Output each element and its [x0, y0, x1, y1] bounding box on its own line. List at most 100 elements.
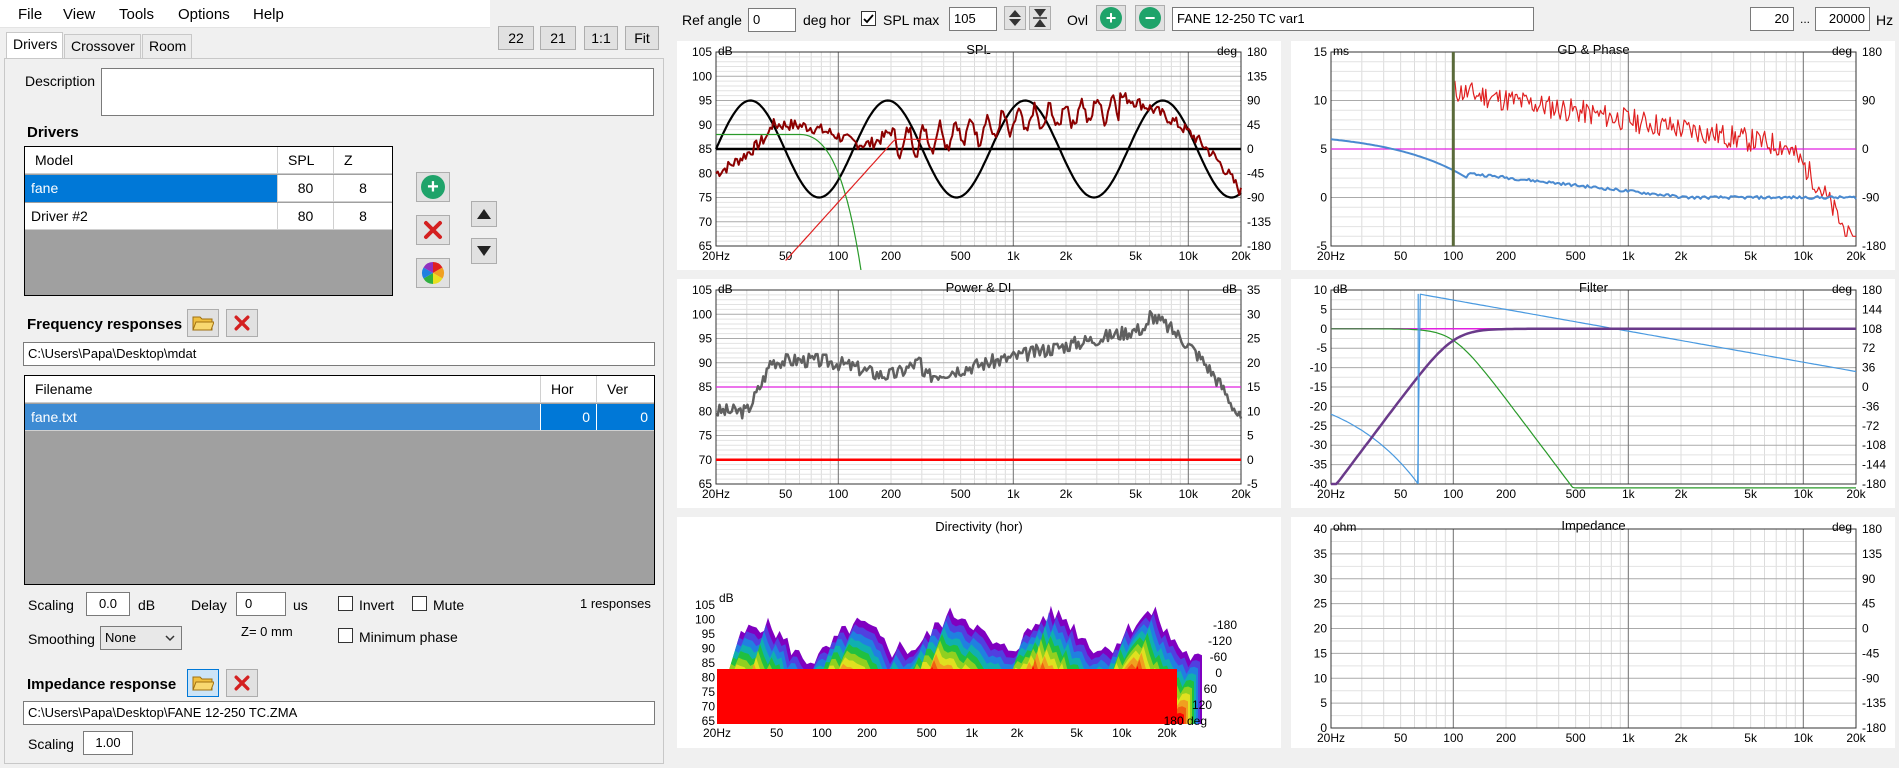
- spl-graph[interactable]: SPL 105 100 95 90 85 80 75 70 65 180 135 90 45 0 -45 -90…: [677, 41, 1281, 270]
- add-overlay-button[interactable]: +: [1096, 5, 1126, 31]
- move-down-button[interactable]: [471, 238, 497, 264]
- x-tick-label: 5k: [1129, 487, 1143, 501]
- table-row[interactable]: fane.txt 0 0: [25, 404, 654, 431]
- y-tick-label: 100: [692, 307, 712, 321]
- response-file-cell[interactable]: fane.txt: [25, 404, 541, 430]
- lowpass-filter-curve: [1331, 328, 1856, 489]
- open-impedance-button[interactable]: [187, 669, 219, 697]
- remove-driver-button[interactable]: [416, 215, 450, 245]
- y-tick-label: 70: [699, 453, 713, 467]
- column-filename[interactable]: Filename: [25, 376, 541, 402]
- remove-overlay-button[interactable]: −: [1135, 5, 1165, 31]
- move-up-button[interactable]: [471, 201, 497, 227]
- response-hor-cell[interactable]: 0: [541, 404, 597, 430]
- project-name-input[interactable]: FANE 12-250 TC var1: [1172, 7, 1534, 31]
- menu-options[interactable]: Options: [178, 6, 230, 23]
- column-hor[interactable]: Hor: [541, 376, 597, 402]
- y-tick-label: 40: [1314, 522, 1328, 536]
- x-tick-label: 10k: [1179, 487, 1199, 501]
- description-input[interactable]: [101, 68, 654, 116]
- menu-tools[interactable]: Tools: [119, 6, 154, 23]
- menu-file[interactable]: File: [18, 6, 42, 23]
- x-tick-label: 1k: [1622, 249, 1636, 263]
- driver-model-cell[interactable]: Driver #2: [25, 203, 278, 229]
- spl-max-input[interactable]: 105: [949, 7, 997, 31]
- y-tick-label: 95: [699, 94, 713, 108]
- x-tick-label: 1k: [966, 726, 980, 740]
- filter-graph[interactable]: Filter 10 5 0 -5 -10 -15 -20 -25 -30 -35 -40 180 144 1…: [1291, 279, 1895, 508]
- impedance-response-title: Impedance response: [27, 676, 177, 693]
- x-tick-label: 100: [1443, 731, 1463, 745]
- table-row[interactable]: fane 80 8: [25, 175, 392, 202]
- fit-button[interactable]: Fit: [625, 26, 659, 50]
- menu-view[interactable]: View: [63, 6, 95, 23]
- x-tick-label: 50: [779, 487, 793, 501]
- fmax-input[interactable]: 20000: [1815, 7, 1870, 31]
- impedance-graph[interactable]: Impedance 40 35 30 25 20 15 10 5 0 180 135 90 45 0 -45 -…: [1291, 517, 1895, 748]
- layout-22-button[interactable]: 22: [498, 26, 534, 50]
- angle-label: -60: [1210, 650, 1228, 664]
- drivers-table: Model SPL Z fane 80 8 Driver #2 80 8: [24, 146, 393, 296]
- x-tick-label: 20Hz: [702, 249, 730, 263]
- column-spl[interactable]: SPL: [278, 147, 334, 173]
- y-tick-label: 10: [1314, 94, 1328, 108]
- minimum-phase-checkbox[interactable]: [338, 628, 353, 643]
- right-unit-label: dB: [1222, 282, 1237, 296]
- impedance-scaling-input[interactable]: 1.00: [83, 731, 133, 755]
- y2-tick-label: 0: [1247, 142, 1254, 156]
- tab-crossover[interactable]: Crossover: [64, 34, 141, 58]
- remove-response-button[interactable]: [226, 309, 258, 337]
- layout-21-button[interactable]: 21: [540, 26, 576, 50]
- driver-spl-cell[interactable]: 80: [278, 175, 334, 201]
- response-path-input[interactable]: C:\Users\Papa\Desktop\mdat: [23, 342, 655, 366]
- y-tick-label: -20: [1310, 399, 1328, 413]
- column-z[interactable]: Z: [334, 147, 392, 173]
- y2-tick-label: 10: [1247, 404, 1261, 418]
- spl-max-checkbox[interactable]: [861, 11, 876, 26]
- gd-phase-graph[interactable]: GD & Phase 15 10 5 0 -5 180 90 0 -90 -180 ms deg 20Hz…: [1291, 41, 1895, 270]
- driver-spl-cell[interactable]: 80: [278, 203, 334, 229]
- x-tick-label: 500: [951, 487, 971, 501]
- power-di-graph[interactable]: Power & DI 105 100 95 90 85 80 75 70 65 35 30 25 20 15…: [677, 279, 1281, 508]
- ref-angle-input[interactable]: 0: [748, 8, 796, 32]
- tab-room[interactable]: Room: [142, 34, 192, 58]
- column-ver[interactable]: Ver: [597, 376, 654, 402]
- response-ver-cell[interactable]: 0: [597, 404, 654, 430]
- y-tick-label: 10: [1314, 283, 1328, 297]
- tab-drivers[interactable]: Drivers: [6, 32, 63, 58]
- x-tick-label: 20Hz: [1317, 487, 1345, 501]
- y-tick-label: 35: [1314, 547, 1328, 561]
- menu-help[interactable]: Help: [253, 6, 284, 23]
- driver-z-cell[interactable]: 8: [334, 203, 392, 229]
- fmin-input[interactable]: 20: [1750, 7, 1794, 31]
- left-unit-label: ms: [1333, 44, 1349, 58]
- y-tick-label: 105: [692, 45, 712, 59]
- layout-11-button[interactable]: 1:1: [584, 26, 618, 50]
- add-driver-button[interactable]: +: [416, 172, 450, 202]
- y-tick-label: 5: [1320, 696, 1327, 710]
- spin-updown-icon[interactable]: [1004, 6, 1026, 30]
- mute-checkbox[interactable]: [412, 596, 427, 611]
- table-row[interactable]: Driver #2 80 8: [25, 203, 392, 230]
- y-tick-label: 85: [702, 656, 716, 670]
- color-button[interactable]: [416, 258, 450, 288]
- driver-model-cell[interactable]: fane: [25, 175, 278, 202]
- remove-impedance-button[interactable]: [226, 669, 258, 697]
- driver-z-cell[interactable]: 8: [334, 175, 392, 201]
- y-tick-label: 95: [702, 627, 716, 641]
- y-tick-label: 70: [699, 215, 713, 229]
- directivity-graph[interactable]: Directivity (hor) dB 105 100 95 90 85 80 75 70 65 2…: [677, 517, 1281, 748]
- y-tick-label: 90: [702, 642, 716, 656]
- invert-checkbox[interactable]: [338, 596, 353, 611]
- impedance-path-input[interactable]: C:\Users\Papa\Desktop\FANE 12-250 TC.ZMA: [23, 701, 655, 725]
- collapse-icon[interactable]: [1029, 6, 1051, 30]
- delay-input[interactable]: 0: [236, 592, 286, 616]
- y-tick-label: -5: [1316, 341, 1327, 355]
- column-model[interactable]: Model: [25, 147, 278, 173]
- open-folder-button[interactable]: [187, 309, 219, 337]
- y-tick-label: -25: [1310, 419, 1328, 433]
- scaling-input[interactable]: 0.0: [86, 592, 130, 616]
- graph-title: Filter: [1579, 280, 1609, 295]
- smoothing-select[interactable]: None: [100, 626, 182, 650]
- right-unit-label: deg: [1832, 44, 1852, 58]
